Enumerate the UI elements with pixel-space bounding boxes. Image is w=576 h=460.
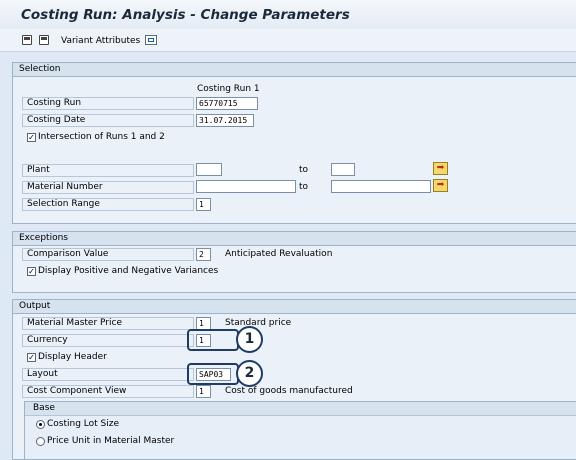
detail-icon[interactable] (145, 35, 157, 45)
base-group-title: Base (25, 402, 576, 416)
plant-to-input[interactable] (331, 163, 355, 176)
material-master-price-label: Material Master Price (27, 318, 122, 328)
display-variances-checkbox[interactable]: ✓ (27, 267, 36, 276)
callout-highlight-currency (187, 329, 239, 351)
title-bar: Costing Run: Analysis - Change Parameter… (0, 0, 576, 29)
base-group: Base (24, 401, 576, 460)
callout-number-1: 1 (236, 326, 263, 353)
save-icon[interactable] (22, 35, 32, 45)
costing-run-input[interactable]: 65770715 (196, 97, 258, 110)
currency-label: Currency (27, 335, 68, 345)
price-unit-radio[interactable] (36, 437, 45, 446)
costing-lot-size-radio[interactable] (36, 420, 45, 429)
costing-run-label: Costing Run (27, 98, 82, 108)
costing-date-label: Costing Date (27, 115, 86, 125)
exceptions-group: Exceptions (12, 231, 576, 293)
exceptions-group-title: Exceptions (13, 232, 576, 246)
selection-range-label: Selection Range (27, 199, 100, 209)
material-from-input[interactable] (196, 180, 296, 193)
callout-number-2: 2 (236, 360, 263, 387)
get-variant-icon[interactable] (39, 35, 49, 45)
page-title: Costing Run: Analysis - Change Parameter… (21, 7, 350, 23)
layout-label: Layout (27, 369, 58, 379)
display-variances-label: Display Positive and Negative Variances (38, 266, 219, 276)
intersection-checkbox[interactable]: ✓ (27, 133, 36, 142)
material-multiple-selection-button[interactable]: ➡ (433, 179, 448, 192)
comparison-value-input[interactable]: 2 (196, 248, 211, 261)
cost-component-view-label: Cost Component View (27, 386, 127, 396)
callout-highlight-layout (187, 363, 239, 385)
comparison-value-text: Anticipated Revaluation (225, 249, 333, 259)
arrow-right-icon: ➡ (436, 163, 445, 173)
material-to-label: to (299, 182, 309, 192)
material-number-label: Material Number (27, 182, 103, 192)
variant-attributes-button[interactable]: Variant Attributes (61, 36, 140, 46)
material-master-price-text: Standard price (225, 318, 292, 328)
costing-lot-size-label: Costing Lot Size (47, 419, 120, 429)
cost-component-view-input[interactable]: 1 (196, 385, 211, 398)
costing-run-column-header: Costing Run 1 (197, 84, 260, 94)
plant-label: Plant (27, 165, 50, 175)
costing-date-input[interactable]: 31.07.2015 (196, 114, 254, 127)
price-unit-label: Price Unit in Material Master (47, 436, 175, 446)
selection-group-title: Selection (13, 63, 576, 77)
plant-to-label: to (299, 165, 309, 175)
selection-range-input[interactable]: 1 (196, 198, 211, 211)
display-header-checkbox[interactable]: ✓ (27, 353, 36, 362)
arrow-right-icon: ➡ (436, 180, 445, 190)
plant-from-input[interactable] (196, 163, 222, 176)
intersection-label: Intersection of Runs 1 and 2 (38, 132, 165, 142)
cost-component-view-text: Cost of goods manufactured (225, 386, 353, 396)
comparison-value-label: Comparison Value (27, 249, 109, 259)
output-group-title: Output (13, 300, 576, 314)
plant-multiple-selection-button[interactable]: ➡ (433, 162, 448, 175)
display-header-label: Display Header (38, 352, 107, 362)
material-to-input[interactable] (331, 180, 431, 193)
